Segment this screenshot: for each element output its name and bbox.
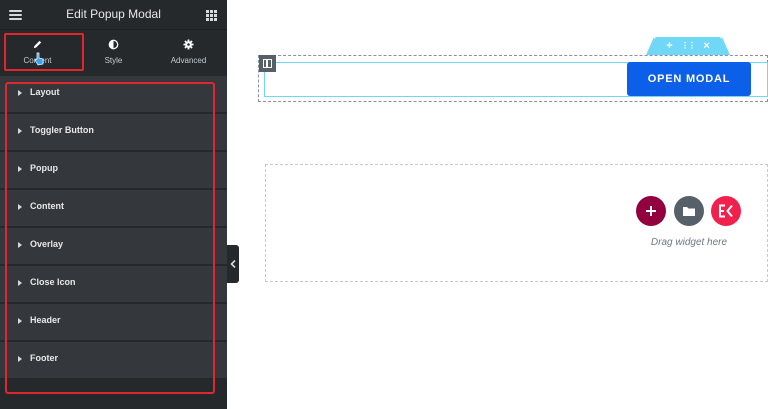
widgets-grid-icon[interactable]	[206, 10, 217, 21]
elementskit-button[interactable]	[711, 196, 741, 226]
delete-section-icon[interactable]: ×	[703, 40, 709, 52]
editor-panel: Edit Popup Modal Content Style	[0, 0, 227, 409]
panel-collapse-handle[interactable]	[227, 245, 239, 283]
add-section-icon[interactable]: +	[666, 40, 672, 52]
drag-widget-hint: Drag widget here	[650, 237, 728, 248]
elementskit-logo-icon	[719, 204, 733, 218]
folder-icon	[683, 207, 695, 216]
sections-highlight	[5, 82, 215, 394]
editor-canvas: + ⋮⋮ × OPEN MODAL Drag widget here	[239, 0, 768, 409]
tab-label: Advanced	[170, 56, 207, 65]
panel-header: Edit Popup Modal	[0, 0, 227, 30]
section-toolbar: + ⋮⋮ ×	[646, 37, 730, 55]
drag-handle-icon[interactable]: ⋮⋮	[681, 42, 696, 50]
open-modal-button[interactable]: OPEN MODAL	[627, 62, 751, 96]
tab-style[interactable]: Style	[76, 30, 151, 72]
gear-icon	[183, 39, 194, 50]
content-tab-highlight	[4, 33, 84, 71]
half-circle-icon	[108, 39, 119, 50]
tab-label: Style	[104, 56, 123, 65]
column-handle-icon[interactable]	[259, 55, 276, 72]
plus-icon	[646, 206, 656, 216]
panel-title: Edit Popup Modal	[66, 7, 161, 21]
tab-advanced[interactable]: Advanced	[151, 30, 226, 72]
add-widget-button[interactable]	[636, 196, 666, 226]
chevron-left-icon	[230, 260, 236, 268]
add-template-button[interactable]	[674, 196, 704, 226]
